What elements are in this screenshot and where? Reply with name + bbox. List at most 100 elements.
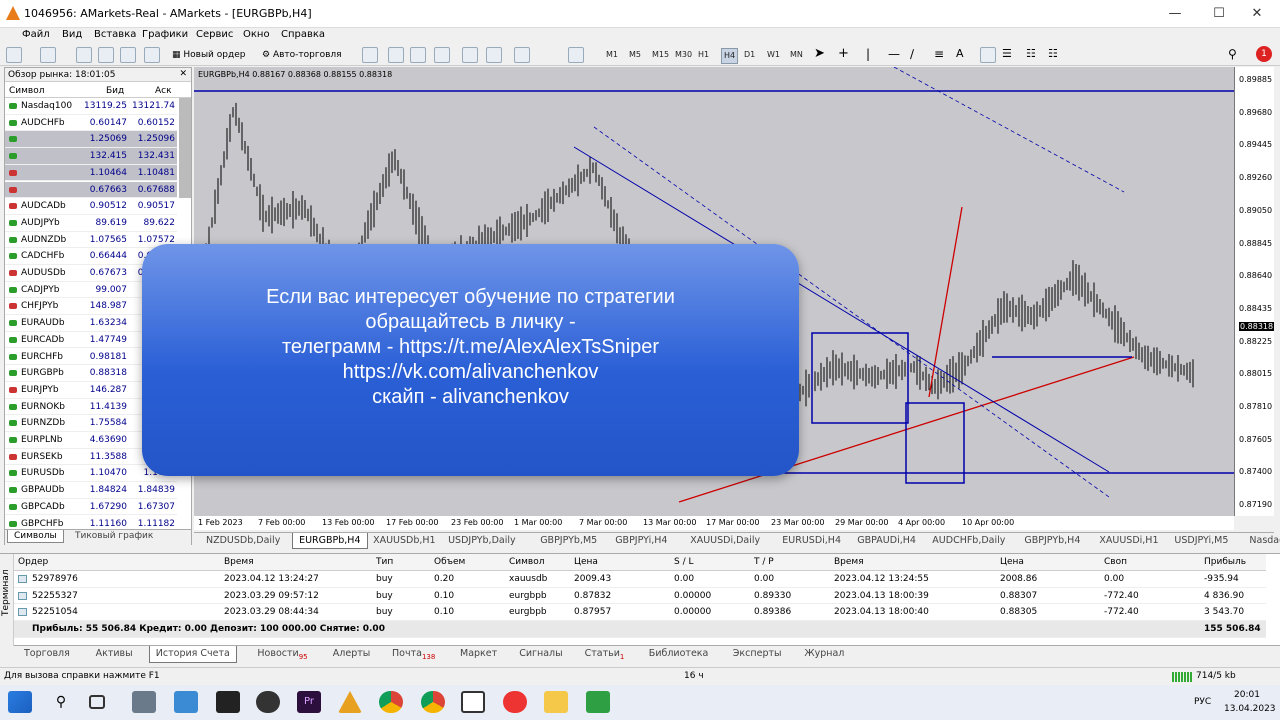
chart-tab[interactable]: GBPJPYi,H4: [615, 535, 667, 546]
chart-tab[interactable]: XAUUSDi,H1: [1099, 535, 1158, 546]
templates-icon[interactable]: [568, 47, 584, 63]
timeframe-d1[interactable]: D1: [744, 48, 755, 62]
language-indicator[interactable]: РУС: [1194, 697, 1211, 707]
camtasia-icon[interactable]: [586, 691, 610, 713]
market-watch-row[interactable]: AUDJPYb 89.619 89.622: [5, 215, 177, 232]
notification-badge[interactable]: 1: [1256, 46, 1272, 62]
chrome-icon[interactable]: [379, 691, 403, 713]
explorer-icon[interactable]: [544, 691, 568, 713]
autoscroll-icon[interactable]: [486, 47, 502, 63]
terminal-order-row[interactable]: 52978976 2023.04.12 13:24:27 buy 0.20 xauusd…: [14, 571, 1266, 588]
clock-time[interactable]: 20:01: [1234, 690, 1260, 700]
camera-app-icon[interactable]: [132, 691, 156, 713]
close-button[interactable]: ✕: [1242, 4, 1272, 24]
tab-tick-chart[interactable]: Тиковый график: [75, 531, 153, 541]
terminal-tab[interactable]: Эксперты: [733, 648, 782, 659]
market-watch-scrollbar[interactable]: [179, 98, 191, 198]
start-icon[interactable]: [8, 691, 32, 713]
market-watch-row[interactable]: GBPAUDb 1.84824 1.84839: [5, 482, 177, 499]
terminal-col-header[interactable]: Символ: [509, 557, 545, 567]
new-chart-icon[interactable]: [6, 47, 22, 63]
bar-chart-icon[interactable]: [362, 47, 378, 63]
horizontal-line-icon[interactable]: —: [888, 47, 904, 63]
chart-tab[interactable]: EURUSDi,H4: [782, 535, 841, 546]
col-symbol[interactable]: Символ: [9, 86, 45, 96]
capcut-icon[interactable]: [461, 691, 485, 713]
terminal-col-header[interactable]: Своп: [1104, 557, 1127, 567]
chart-tab[interactable]: GBPAUDi,H4: [857, 535, 916, 546]
terminal-tab[interactable]: Почта138: [392, 648, 435, 661]
menu-item-5[interactable]: Окно: [243, 29, 270, 40]
app-icon-dark[interactable]: [216, 691, 240, 713]
trendline-icon[interactable]: ∕: [910, 47, 926, 63]
minimize-button[interactable]: —: [1160, 4, 1190, 24]
terminal-col-header[interactable]: S / L: [674, 557, 693, 567]
chart-tab[interactable]: NZDUSDb,Daily: [206, 535, 280, 546]
search-taskbar-icon[interactable]: ⚲: [49, 691, 73, 713]
menu-item-6[interactable]: Справка: [281, 29, 325, 40]
terminal-tab[interactable]: Торговля: [24, 648, 70, 659]
market-watch-row[interactable]: AUDCHFb 0.60147 0.60152: [5, 115, 177, 132]
profiles-icon[interactable]: [40, 47, 56, 63]
market-watch-row[interactable]: GBPCADb 1.67290 1.67307: [5, 499, 177, 516]
zoom-in-icon[interactable]: [388, 47, 404, 63]
chart-shift-icon[interactable]: [462, 47, 478, 63]
terminal-tab[interactable]: Журнал: [804, 648, 844, 659]
menu-item-1[interactable]: Вид: [62, 29, 82, 40]
market-watch-row[interactable]: Nasdaq100 13119.25 13121.74: [5, 98, 177, 115]
terminal-col-header[interactable]: Цена: [574, 557, 598, 567]
tester-icon[interactable]: [144, 47, 160, 63]
timeframe-w1[interactable]: W1: [767, 48, 780, 62]
chrome-icon-2[interactable]: [421, 691, 445, 713]
terminal-col-header[interactable]: Тип: [376, 557, 393, 567]
market-watch-row[interactable]: 132.415 132.431: [5, 148, 177, 165]
auto-trading-button[interactable]: ⚙ Авто-торговля: [262, 47, 342, 63]
task-view-icon[interactable]: [89, 695, 105, 709]
fibo-icon[interactable]: ☰: [1002, 47, 1018, 63]
col-ask[interactable]: Аск: [155, 86, 172, 96]
terminal-tab[interactable]: Маркет: [460, 648, 497, 659]
chart-tab[interactable]: GBPJPYb,M5: [540, 535, 597, 546]
tab-symbols[interactable]: Символы: [7, 530, 64, 543]
market-watch-row[interactable]: AUDCADb 0.90512 0.90517: [5, 198, 177, 215]
terminal-order-row[interactable]: 52255327 2023.03.29 09:57:12 buy 0.10 eurgbp…: [14, 588, 1266, 604]
chart-tab[interactable]: GBPJPYb,H4: [1024, 535, 1080, 546]
label-icon[interactable]: [980, 47, 996, 63]
terminal-tab[interactable]: Сигналы: [519, 648, 562, 659]
terminal-col-header[interactable]: Время: [834, 557, 864, 567]
terminal-tab[interactable]: Активы: [96, 648, 133, 659]
timeframe-m30[interactable]: M30: [675, 48, 692, 62]
tile-windows-icon[interactable]: [434, 47, 450, 63]
chart-tab[interactable]: AUDCHFb,Daily: [932, 535, 1005, 546]
terminal-col-header[interactable]: Прибыль: [1204, 557, 1246, 567]
clock-date[interactable]: 13.04.2023: [1224, 704, 1276, 714]
text-icon[interactable]: A: [956, 47, 972, 63]
timeframe-m15[interactable]: M15: [652, 48, 669, 62]
gann-icon[interactable]: ☷: [1026, 47, 1042, 63]
menu-item-2[interactable]: Вставка: [94, 29, 136, 40]
chart-tab[interactable]: EURGBPb,H4: [292, 533, 368, 549]
vertical-line-icon[interactable]: |: [866, 47, 882, 63]
crosshair-icon[interactable]: +: [838, 47, 854, 63]
chart-tab[interactable]: USDJPYi,M5: [1174, 535, 1228, 546]
timeframe-h4[interactable]: H4: [721, 48, 739, 64]
terminal-tab[interactable]: История Счета: [148, 646, 237, 663]
close-panel-icon[interactable]: ✕: [179, 69, 187, 79]
amarkets-icon[interactable]: [338, 691, 362, 713]
market-watch-row[interactable]: GBPCHFb 1.11160 1.11182: [5, 516, 177, 528]
premiere-icon[interactable]: Pr: [297, 691, 321, 713]
terminal-col-header[interactable]: T / P: [754, 557, 774, 567]
terminal-col-header[interactable]: Объем: [434, 557, 465, 567]
chart-tab[interactable]: Nasdaq1(: [1249, 535, 1280, 546]
terminal-col-header[interactable]: Ордер: [18, 557, 48, 567]
search-icon[interactable]: ⚲: [1228, 47, 1244, 63]
terminal-col-header[interactable]: Цена: [1000, 557, 1024, 567]
terminal-order-row[interactable]: 52251054 2023.03.29 08:44:34 buy 0.10 eurgbp…: [14, 604, 1266, 621]
timeframe-h1[interactable]: H1: [698, 48, 709, 62]
terminal-col-header[interactable]: Время: [224, 557, 254, 567]
timeframe-m5[interactable]: M5: [629, 48, 641, 62]
terminal-tab[interactable]: Статьи1: [585, 648, 625, 661]
yandex-icon[interactable]: [503, 691, 527, 713]
market-watch-row[interactable]: 1.25069 1.25096: [5, 131, 177, 149]
channel-icon[interactable]: ≡: [934, 47, 950, 63]
